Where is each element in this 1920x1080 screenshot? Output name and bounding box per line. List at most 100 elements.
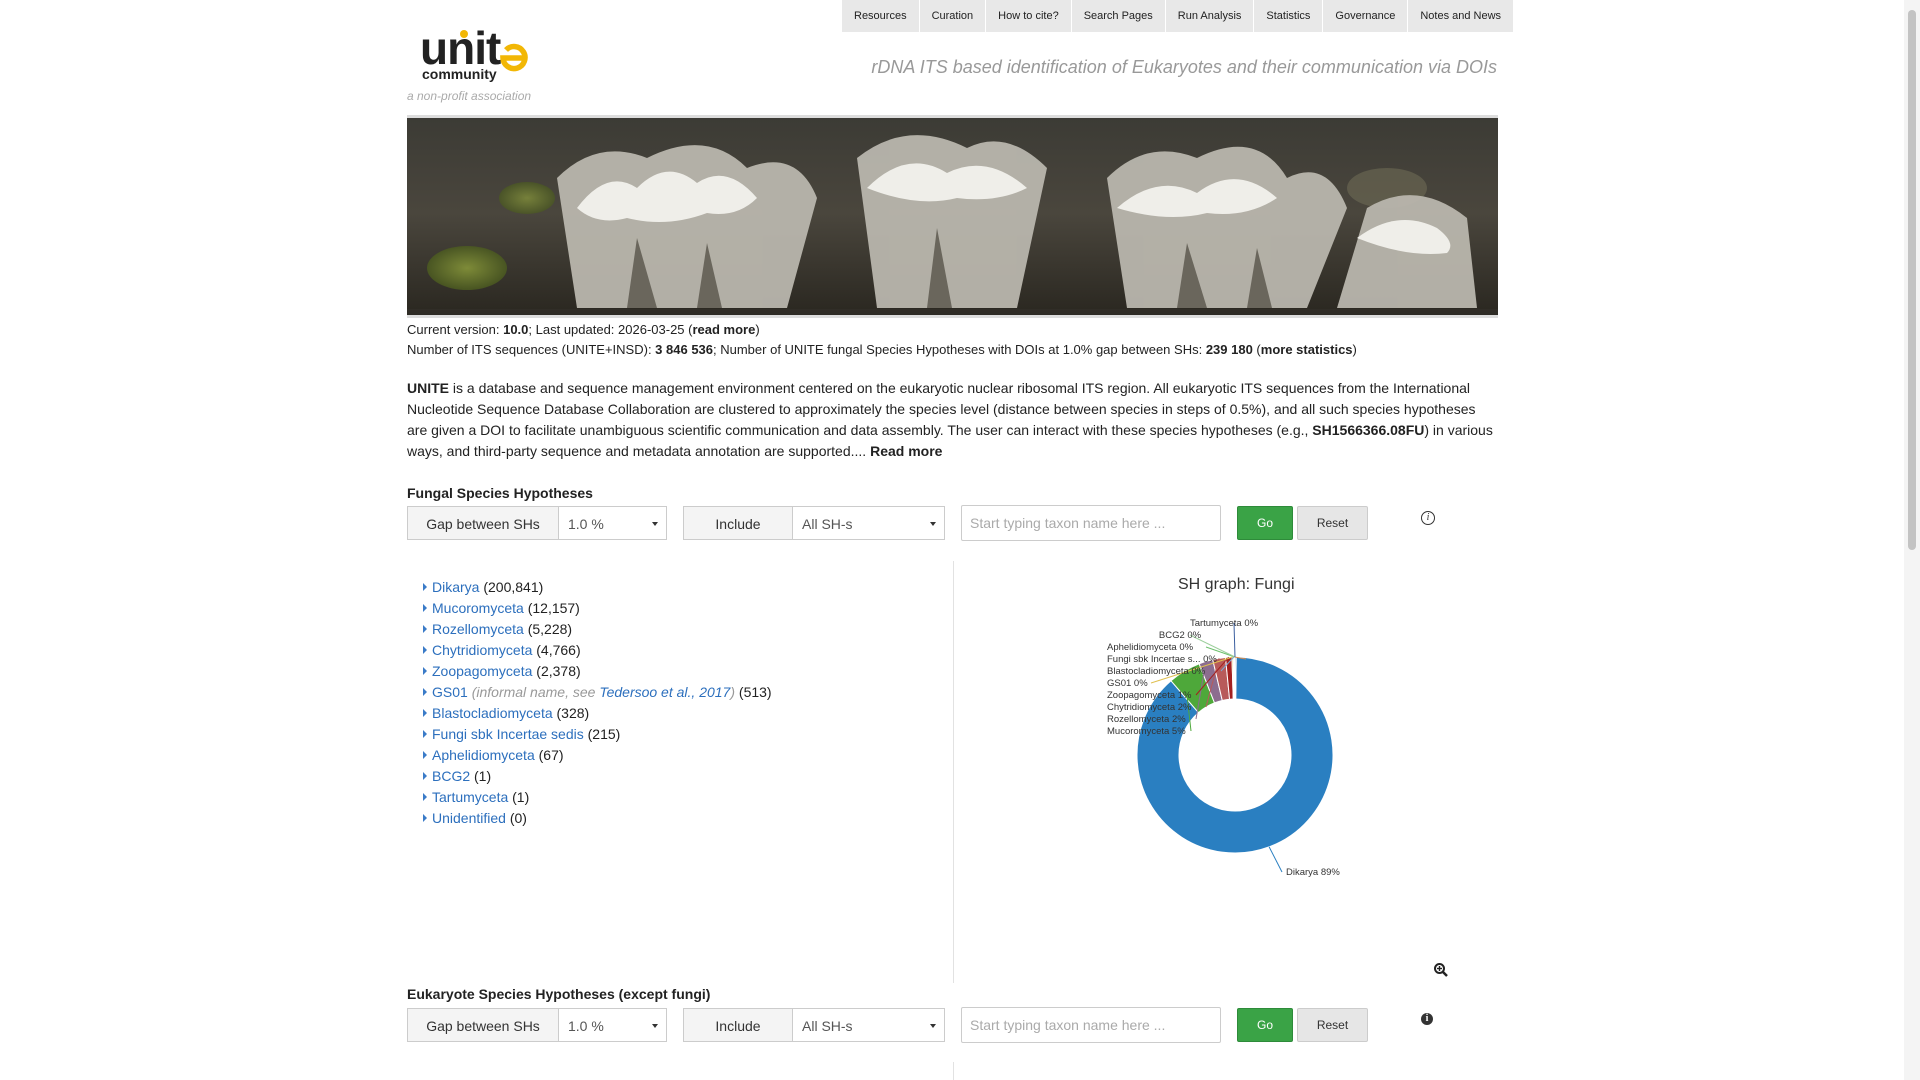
taxon-link[interactable]: Chytridiomyceta [432,642,532,658]
gap-value: 1.0 % [568,1018,604,1034]
list-item: Blastocladiomyceta (328) [423,703,772,724]
nav-item-curation[interactable]: Curation [918,0,986,32]
expand-arrow-icon[interactable] [423,646,427,654]
more-statistics-link[interactable]: more statistics [1261,342,1353,357]
description-read-more-link[interactable]: Read more [870,443,942,459]
seq-count-label: Number of ITS sequences (UNITE+INSD): [407,342,656,357]
taxon-link[interactable]: GS01 [432,684,468,700]
expand-arrow-icon[interactable] [423,688,427,696]
taxon-link[interactable]: BCG2 [432,768,470,784]
gap-select[interactable]: 1.0 % [559,506,667,540]
taxa-list: Dikarya (200,841) Mucoromyceta (12,157) Ro… [423,577,772,829]
gap-label: Gap between SHs [407,506,559,540]
caret-icon [652,1024,658,1028]
list-item: Aphelidiomyceta (67) [423,745,772,766]
taxon-count: (1) [512,789,530,805]
gap-label: Gap between SHs [407,1008,559,1042]
info-icon[interactable]: i [1421,511,1435,525]
eukaryote-section-title: Eukaryote Species Hypotheses (except fun… [407,986,711,1002]
info-icon[interactable]: i [1421,1013,1433,1025]
reset-button[interactable]: Reset [1297,506,1368,540]
go-button[interactable]: Go [1237,506,1293,540]
pie-label: Zoopagomyceta 1% [1107,690,1192,701]
nav-item-statistics[interactable]: Statistics [1253,0,1323,32]
taxon-search-input[interactable]: Start typing taxon name here ... [961,505,1221,541]
expand-arrow-icon[interactable] [423,814,427,822]
count-open: ( [1252,342,1261,357]
expand-arrow-icon[interactable] [423,751,427,759]
taxon-count: (12,157) [527,600,580,616]
taxon-count: (328) [556,705,590,721]
column-divider [953,1062,954,1080]
taxon-count: (200,841) [483,579,544,595]
list-item: Rozellomyceta (5,228) [423,619,772,640]
taxon-link[interactable]: Mucoromyceta [432,600,524,616]
expand-arrow-icon[interactable] [423,730,427,738]
taxon-link[interactable]: Aphelidiomyceta [432,747,535,763]
taxon-link[interactable]: Zoopagomyceta [432,663,532,679]
caret-icon [652,522,658,526]
gap-select[interactable]: 1.0 % [559,1008,667,1042]
gap-value: 1.0 % [568,516,604,532]
read-more-link[interactable]: read more [692,322,755,337]
nav-item-search-pages[interactable]: Search Pages [1070,0,1165,32]
caret-icon [930,522,936,526]
list-item: Zoopagomyceta (2,378) [423,661,772,682]
nav-item-notes-and-news[interactable]: Notes and News [1407,0,1514,32]
nav-item-how-to-cite[interactable]: How to cite? [985,0,1071,32]
list-item: Mucoromyceta (12,157) [423,598,772,619]
taxon-count: (513) [738,684,772,700]
banner-image [407,115,1498,318]
zoom-in-icon[interactable] [1434,963,1448,977]
expand-arrow-icon[interactable] [423,604,427,612]
reset-button[interactable]: Reset [1297,1008,1368,1042]
taxon-link[interactable]: Fungi sbk Incertae sedis [432,726,584,742]
last-updated: ; Last updated: 2026-03-25 ( [528,322,693,337]
include-select[interactable]: All SH-s [793,506,945,540]
note-suffix: ) [730,684,736,700]
count-line: Number of ITS sequences (UNITE+INSD): 3 … [407,342,1357,357]
pie-label: Mucoromyceta 5% [1107,726,1186,737]
taxon-count: (1) [474,768,492,784]
include-label: Include [683,1008,793,1042]
fungal-section-title: Fungal Species Hypotheses [407,485,593,501]
include-select[interactable]: All SH-s [793,1008,945,1042]
donut-chart: Dikarya 89% Mucoromyceta 5%Rozellomyceta … [1107,618,1340,878]
taxon-search-input[interactable]: Start typing taxon name here ... [961,1007,1221,1043]
go-button[interactable]: Go [1237,1008,1293,1042]
pie-label: Chytridiomyceta 2% [1107,702,1192,713]
unite-description: UNITE is a database and sequence managem… [407,378,1497,462]
note-prefix: (informal name, see [471,684,600,700]
expand-arrow-icon[interactable] [423,793,427,801]
taxon-count: (67) [538,747,564,763]
nav-item-resources[interactable]: Resources [841,0,919,32]
include-label: Include [683,506,793,540]
seq-count: 3 846 536 [655,342,714,357]
nav-item-run-analysis[interactable]: Run Analysis [1164,0,1254,32]
expand-arrow-icon[interactable] [423,772,427,780]
expand-arrow-icon[interactable] [423,709,427,717]
pie-slice[interactable] [1234,656,1237,700]
include-value: All SH-s [802,516,853,532]
taxon-link[interactable]: Rozellomyceta [432,621,524,637]
chart-title: SH graph: Fungi [1178,576,1295,593]
pie-label: Dikarya 89% [1286,867,1340,878]
taxon-link[interactable]: Unidentified [432,810,506,826]
list-item: Fungi sbk Incertae sedis (215) [423,724,772,745]
taxon-link[interactable]: Tartumyceta [432,789,508,805]
expand-arrow-icon[interactable] [423,583,427,591]
citation-link[interactable]: Tedersoo et al., 2017 [599,684,730,700]
scrollbar-thumb[interactable] [1908,10,1916,550]
expand-arrow-icon[interactable] [423,667,427,675]
version-line: Current version: 10.0; Last updated: 202… [407,322,760,337]
taxon-link[interactable]: Dikarya [432,579,479,595]
page-scrollbar[interactable] [1904,0,1920,1080]
pie-label: BCG2 0% [1159,630,1202,641]
list-item: GS01 (informal name, see Tedersoo et al.… [423,682,772,703]
version-prefix: Current version: [407,322,504,337]
taxon-link[interactable]: Blastocladiomyceta [432,705,553,721]
pie-label: Aphelidiomyceta 0% [1107,642,1194,653]
logo[interactable]: unit community [420,22,532,84]
nav-item-governance[interactable]: Governance [1322,0,1408,32]
expand-arrow-icon[interactable] [423,625,427,633]
